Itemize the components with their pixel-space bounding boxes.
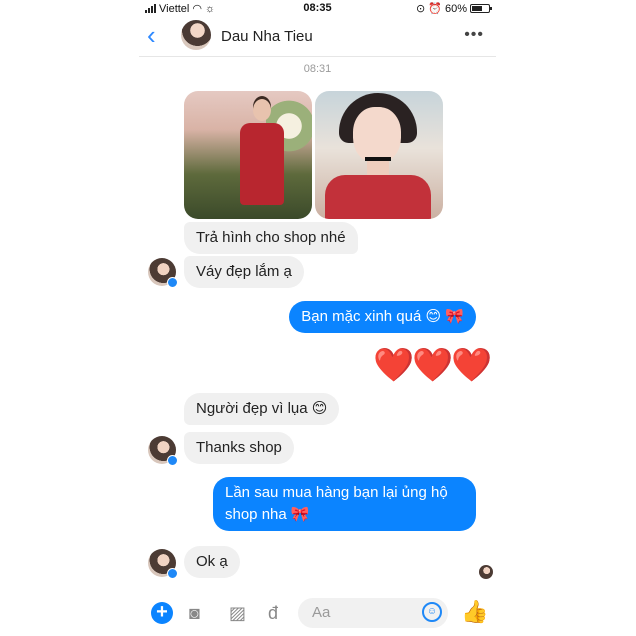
status-bar: Viettel ◠ ☼ 08:35 ⊙ ⏰ 60% [139,0,496,16]
more-dots-icon[interactable]: ••• [464,26,484,44]
plus-icon[interactable]: + [151,602,173,624]
alarm-icon: ⏰ [428,3,442,15]
emoji-icon[interactable]: ☺ [422,602,442,622]
contact-avatar-small [148,549,178,579]
messenger-badge-icon [167,277,178,288]
incoming-message[interactable]: Trả hình cho shop nhé [184,222,358,254]
lock-rotation-icon: ⊙ [416,3,426,15]
thumbs-up-icon[interactable]: 👍 [461,600,488,624]
chevron-left-icon[interactable]: ‹ [147,22,156,48]
battery-label: 60% [444,2,467,15]
shared-photo-2[interactable] [315,91,443,219]
outgoing-message[interactable]: Bạn mặc xinh quá 😊 🎀 [289,301,476,333]
photo-choker [365,157,391,161]
contact-avatar-small [148,258,178,288]
message-placeholder: Aa [312,604,331,621]
heart-emoji-message[interactable]: ❤️❤️❤️ [373,347,492,383]
shared-photo-1[interactable] [184,91,312,219]
photo-person-head [253,99,271,121]
contact-name[interactable]: Dau Nha Tieu [221,28,313,45]
incoming-message[interactable]: Thanks shop [184,432,294,464]
camera-icon[interactable]: ◙ [189,602,200,624]
photo-red-dress [325,175,431,219]
conversation-header: ‹ Dau Nha Tieu ••• [139,16,496,57]
currency-dong-icon[interactable]: đ [268,602,278,624]
battery-fill [472,6,482,11]
battery-icon [470,4,492,13]
outgoing-message[interactable]: Lần sau mua hàng bạn lại ủng hộ shop nha… [213,477,476,531]
incoming-message[interactable]: Váy đẹp lắm ạ [184,256,304,288]
contact-avatar-small [148,436,178,466]
image-icon[interactable]: ▨ [229,602,246,624]
message-input[interactable]: Aa ☺ [298,598,448,628]
incoming-message[interactable]: Ok ạ [184,546,240,578]
message-composer: + ◙ ▨ đ Aa ☺ 👍 [139,596,496,630]
contact-avatar[interactable] [181,20,211,50]
messenger-badge-icon [167,568,178,579]
photo-red-dress [240,123,284,205]
incoming-message[interactable]: Người đẹp vì lụa 😊 [184,393,340,425]
status-right: ⊙ ⏰ 60% [416,2,492,15]
messenger-badge-icon [167,455,178,466]
message-timestamp: 08:31 [303,63,332,75]
read-receipt-avatar [479,565,493,579]
messenger-screen: Viettel ◠ ☼ 08:35 ⊙ ⏰ 60% ‹ Dau Nha Tieu… [139,0,496,636]
photo-face [353,107,401,163]
